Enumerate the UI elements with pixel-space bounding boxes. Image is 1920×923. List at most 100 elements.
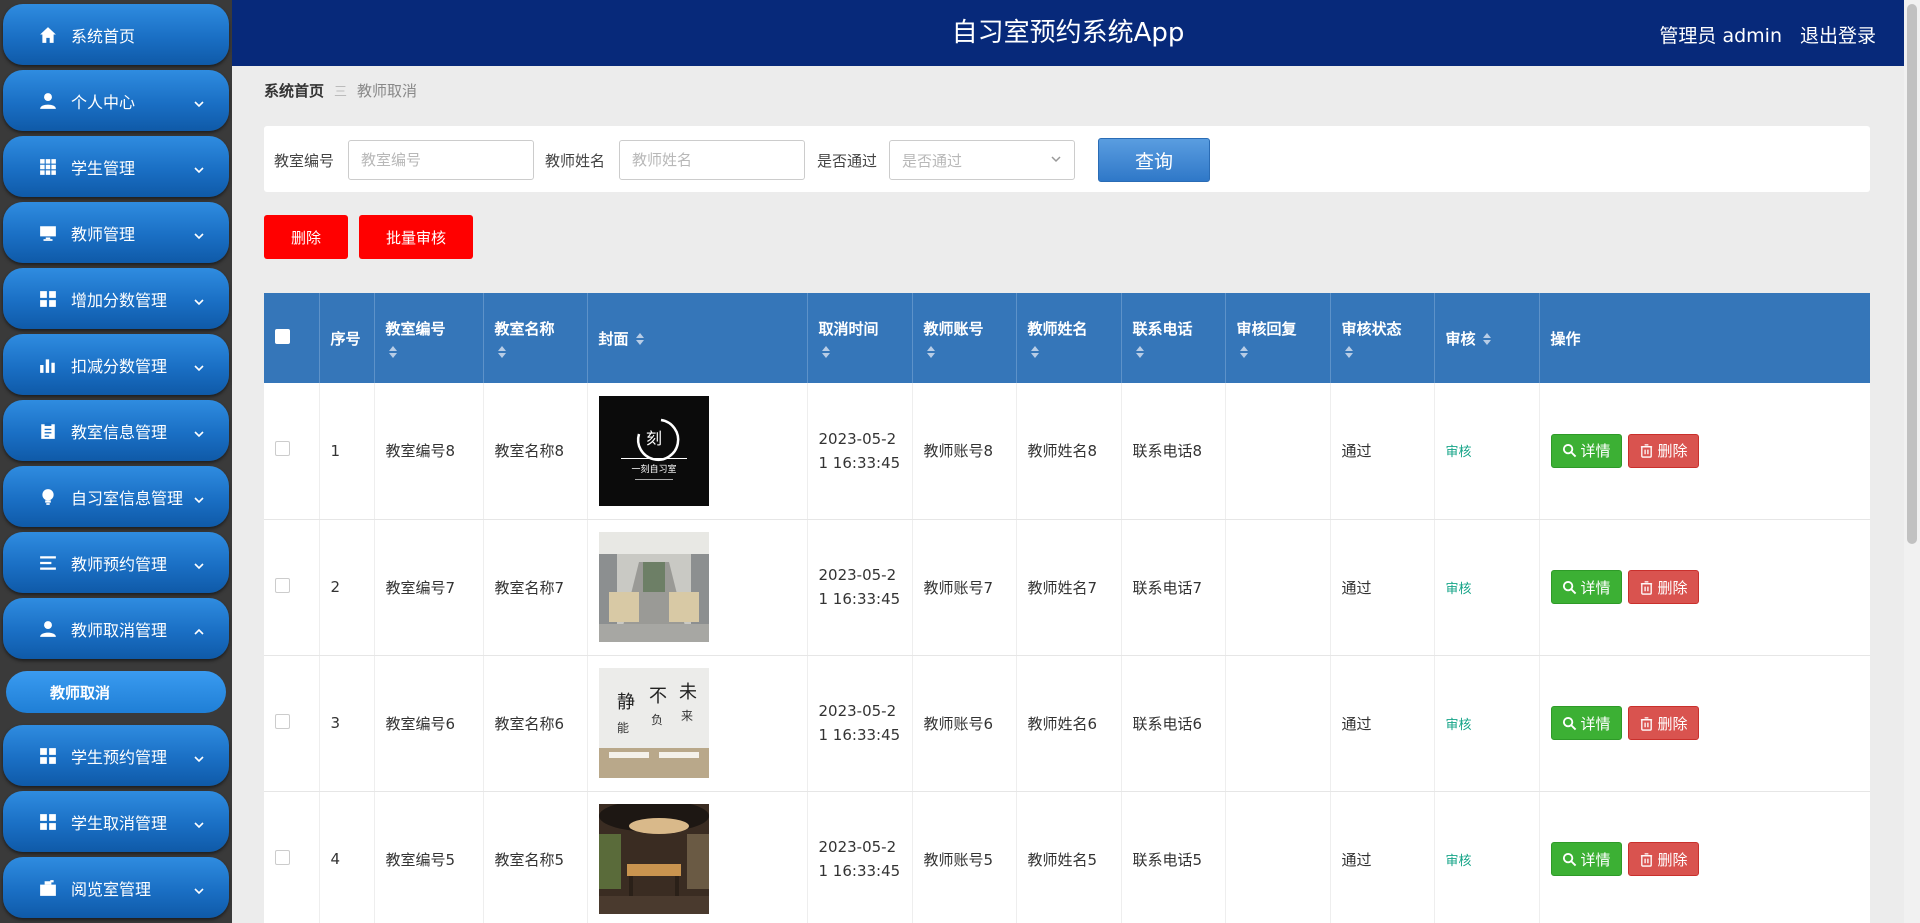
header-cell[interactable]: 教室编号 xyxy=(374,293,484,383)
home-icon xyxy=(39,26,57,44)
cell-cover: 静 不 未 能 负 来 xyxy=(587,655,808,792)
detail-button[interactable]: 详情 xyxy=(1550,706,1622,740)
chevron-down-icon xyxy=(193,425,205,437)
sort-icon[interactable] xyxy=(1482,332,1492,346)
row-delete-button[interactable]: 删除 xyxy=(1627,842,1699,876)
detail-button[interactable]: 详情 xyxy=(1550,842,1622,876)
cell-no: 3 xyxy=(319,655,375,792)
row-checkbox[interactable] xyxy=(275,441,290,457)
header-cell[interactable]: 教师账号 xyxy=(912,293,1017,383)
detail-button[interactable]: 详情 xyxy=(1550,570,1622,604)
sidebar-item-students[interactable]: 学生管理 xyxy=(3,136,229,197)
chevron-down-icon xyxy=(193,491,205,503)
sidebar-item-deduct-score[interactable]: 扣减分数管理 xyxy=(3,334,229,395)
row-delete-button[interactable]: 删除 xyxy=(1627,433,1699,468)
sidebar-subitem-teacher-cancel[interactable]: 教师取消 xyxy=(6,671,226,713)
row-delete-button[interactable]: 删除 xyxy=(1627,570,1699,604)
current-user: 管理员 admin xyxy=(1659,25,1782,47)
chevron-down-icon xyxy=(193,557,205,569)
header-label: 审核 xyxy=(1445,329,1476,348)
header-cell[interactable]: 审核回复 xyxy=(1225,293,1331,383)
sidebar-item-label: 自习室信息管理 xyxy=(71,488,184,508)
delete-button[interactable]: 删除 xyxy=(264,215,348,259)
cell-phone: 联系电话7 xyxy=(1121,519,1226,656)
sidebar-item-teacher-booking[interactable]: 教师预约管理 xyxy=(3,532,229,593)
cell-audit: 审核 xyxy=(1434,383,1540,520)
breadcrumb-separator: 三 xyxy=(334,85,348,100)
detail-button[interactable]: 详情 xyxy=(1550,433,1622,468)
cell-cancel-time: 2023-05-2 1 16:33:45 xyxy=(807,383,913,520)
cell-status: 通过 xyxy=(1330,791,1435,923)
sidebar-item-student-booking[interactable]: 学生预约管理 xyxy=(3,725,229,786)
cover-image xyxy=(598,804,709,914)
row-checkbox[interactable] xyxy=(275,849,290,865)
cell-status: 通过 xyxy=(1330,655,1435,792)
sidebar-item-profile[interactable]: 个人中心 xyxy=(3,70,229,131)
cell-reply xyxy=(1225,519,1331,656)
sort-icon[interactable] xyxy=(1239,345,1249,359)
sort-icon[interactable] xyxy=(821,345,831,359)
sidebar-item-student-cancel[interactable]: 学生取消管理 xyxy=(3,791,229,852)
logout-link[interactable]: 退出登录 xyxy=(1800,21,1876,48)
header-cell[interactable]: 教师姓名 xyxy=(1016,293,1122,383)
cell-no: 1 xyxy=(319,383,375,520)
header-label: 审核回复 xyxy=(1236,319,1297,338)
sort-icon[interactable] xyxy=(1344,345,1354,359)
cell-account: 教师账号7 xyxy=(912,519,1017,656)
audit-link[interactable]: 审核 xyxy=(1446,582,1472,597)
header-cell[interactable]: 审核状态 xyxy=(1330,293,1435,383)
header-label: 教师姓名 xyxy=(1027,319,1088,338)
batch-audit-button[interactable]: 批量审核 xyxy=(359,215,473,259)
search-icon xyxy=(1562,444,1576,458)
audit-link[interactable]: 审核 xyxy=(1446,854,1472,869)
sort-icon[interactable] xyxy=(635,332,645,346)
trash-icon xyxy=(1640,852,1652,867)
sidebar-item-teachers[interactable]: 教师管理 xyxy=(3,202,229,263)
teacher-name-input[interactable] xyxy=(619,140,805,180)
cell-classroom-name: 教室名称5 xyxy=(483,791,588,923)
briefcase-icon xyxy=(39,879,57,897)
select-all-checkbox[interactable] xyxy=(275,328,290,344)
row-checkbox[interactable] xyxy=(275,577,290,593)
passed-select[interactable]: 是否通过 xyxy=(889,140,1075,180)
scrollbar-thumb[interactable] xyxy=(1907,4,1917,544)
row-delete-button[interactable]: 删除 xyxy=(1627,706,1699,740)
sidebar-item-study-room-info[interactable]: 自习室信息管理 xyxy=(3,466,229,527)
sidebar-item-classroom-info[interactable]: 教室信息管理 xyxy=(3,400,229,461)
sidebar-item-add-score[interactable]: 增加分数管理 xyxy=(3,268,229,329)
classroom-no-label: 教室编号 xyxy=(274,152,335,170)
cancel-time-line2: 1 16:33:45 xyxy=(818,862,901,880)
classroom-no-input[interactable] xyxy=(348,140,534,180)
sort-icon[interactable] xyxy=(926,345,936,359)
breadcrumb: 系统首页三教师取消 xyxy=(264,80,417,101)
page-scrollbar[interactable] xyxy=(1904,0,1920,923)
svg-text:不: 不 xyxy=(649,686,667,707)
cell-classroom-name: 教室名称8 xyxy=(483,383,588,520)
header-cell[interactable]: 审核 xyxy=(1434,293,1540,383)
row-checkbox[interactable] xyxy=(275,713,290,729)
chevron-down-icon xyxy=(193,750,205,762)
breadcrumb-home[interactable]: 系统首页 xyxy=(264,82,324,100)
sort-icon[interactable] xyxy=(1030,345,1040,359)
sort-icon[interactable] xyxy=(1135,345,1145,359)
sidebar-item-home[interactable]: 系统首页 xyxy=(3,4,229,65)
chevron-down-icon xyxy=(193,882,205,894)
cancel-time-line2: 1 16:33:45 xyxy=(818,590,901,608)
sidebar-item-reading-room[interactable]: 阅览室管理 xyxy=(3,857,229,918)
query-button[interactable]: 查询 xyxy=(1098,138,1210,182)
sidebar-item-label: 个人中心 xyxy=(71,92,136,112)
audit-link[interactable]: 审核 xyxy=(1446,718,1472,733)
sidebar-item-label: 教师管理 xyxy=(71,224,136,244)
cell-audit: 审核 xyxy=(1434,791,1540,923)
cell-account: 教师账号6 xyxy=(912,655,1017,792)
header-cell[interactable]: 取消时间 xyxy=(807,293,913,383)
audit-link[interactable]: 审核 xyxy=(1446,445,1472,460)
header-cell[interactable]: 教室名称 xyxy=(483,293,588,383)
sort-icon[interactable] xyxy=(497,345,507,359)
sort-icon[interactable] xyxy=(388,345,398,359)
cell-status: 通过 xyxy=(1330,383,1435,520)
sidebar-item-teacher-cancel[interactable]: 教师取消管理 xyxy=(3,598,229,659)
header-cell[interactable]: 封面 xyxy=(587,293,808,383)
header-cell[interactable]: 联系电话 xyxy=(1121,293,1226,383)
header-label: 教师账号 xyxy=(923,319,984,338)
